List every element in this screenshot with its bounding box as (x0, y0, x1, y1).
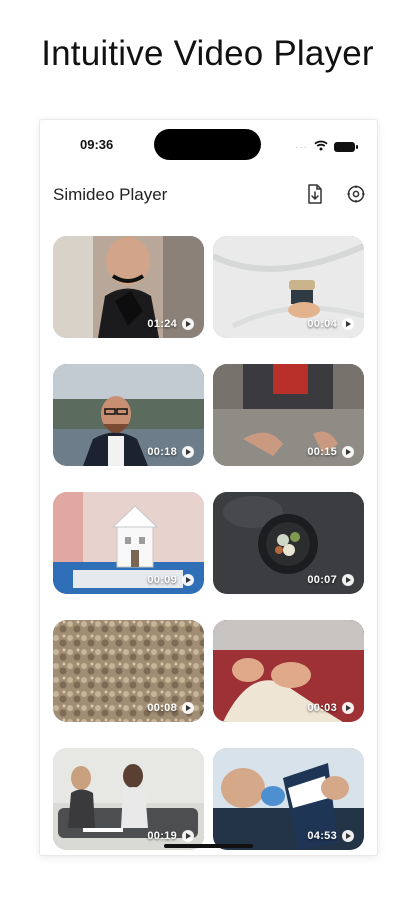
video-tile[interactable]: 00:04 (213, 236, 364, 338)
settings-gear-icon[interactable] (345, 183, 367, 205)
play-icon (182, 446, 194, 458)
duration-badge: 00:18 (147, 446, 194, 458)
video-tile[interactable]: 00:09 (53, 492, 204, 594)
duration-badge: 00:04 (307, 318, 354, 330)
video-tile[interactable]: 00:18 (53, 364, 204, 466)
play-icon (182, 702, 194, 714)
duration-badge: 00:19 (147, 830, 194, 842)
play-icon (182, 318, 194, 330)
duration-badge: 00:08 (147, 702, 194, 714)
app-header: Simideo Player (40, 180, 377, 210)
video-tile[interactable]: 00:03 (213, 620, 364, 722)
battery-icon (334, 142, 358, 152)
duration-badge: 01:24 (147, 318, 194, 330)
play-icon (342, 318, 354, 330)
play-icon (342, 830, 354, 842)
home-indicator (164, 844, 253, 848)
duration-badge: 00:09 (147, 574, 194, 586)
status-time: 09:36 (80, 137, 114, 152)
video-tile[interactable]: 00:19 (53, 748, 204, 850)
promo-headline: Intuitive Video Player (41, 34, 374, 73)
play-icon (342, 446, 354, 458)
wifi-icon (314, 138, 328, 156)
play-icon (182, 574, 194, 586)
video-tile[interactable]: 01:24 (53, 236, 204, 338)
dynamic-island (154, 129, 261, 160)
duration-badge: 00:03 (307, 702, 354, 714)
signal-icon: ··· (295, 141, 308, 153)
phone-screen: 09:36 ··· Simideo Player 01:24 00:04 00:… (40, 120, 377, 855)
duration-badge: 00:07 (307, 574, 354, 586)
status-icons: ··· (295, 138, 358, 156)
file-import-icon[interactable] (304, 183, 326, 205)
app-title: Simideo Player (53, 185, 168, 204)
video-tile[interactable]: 04:53 (213, 748, 364, 850)
duration-badge: 04:53 (307, 830, 354, 842)
play-icon (182, 830, 194, 842)
video-tile[interactable]: 00:07 (213, 492, 364, 594)
play-icon (342, 702, 354, 714)
play-icon (342, 574, 354, 586)
video-tile[interactable]: 00:08 (53, 620, 204, 722)
status-bar: 09:36 ··· (40, 120, 377, 170)
duration-badge: 00:15 (307, 446, 354, 458)
video-grid: 01:24 00:04 00:18 00:15 00:09 00:07 00:0… (53, 236, 364, 850)
video-tile[interactable]: 00:15 (213, 364, 364, 466)
